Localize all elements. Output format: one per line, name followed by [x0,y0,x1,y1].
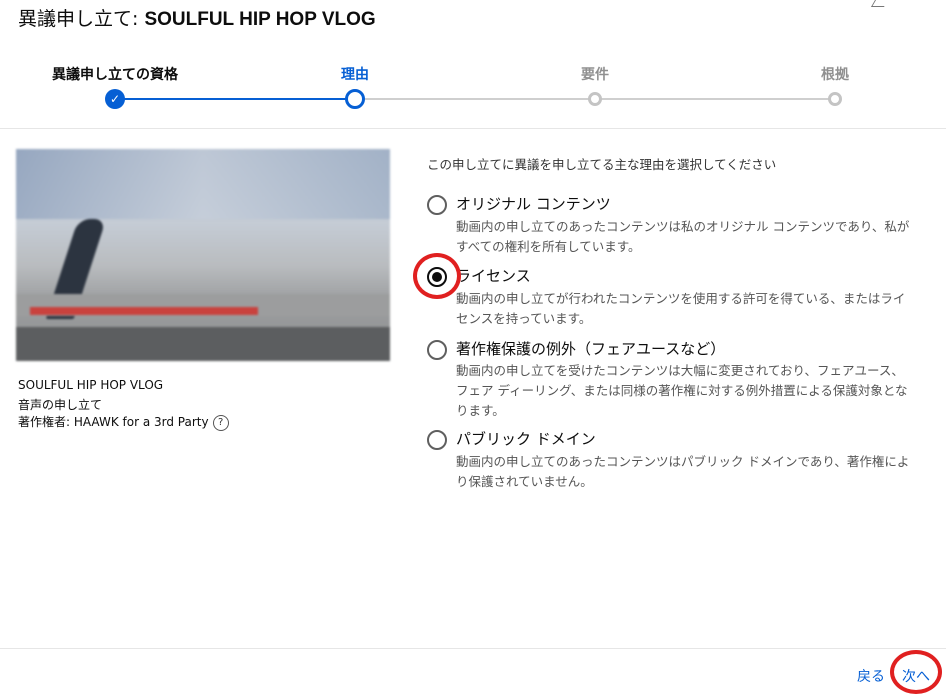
collapse-icon[interactable] [870,0,889,7]
video-thumbnail [16,149,390,361]
radio-public-domain[interactable] [427,430,447,450]
back-button[interactable]: 戻る [857,666,885,686]
radio-license[interactable] [427,267,447,287]
option-desc-license: 動画内の申し立てが行われたコンテンツを使用する許可を得ている、またはライセンスを… [456,291,906,326]
reason-prompt: この申し立てに異議を申し立てる主な理由を選択してください [427,157,777,172]
video-title: SOULFUL HIP HOP VLOG [18,378,164,392]
option-title-license[interactable]: ライセンス [456,265,531,286]
radio-original-content[interactable] [427,195,447,215]
step-dot-reason [345,89,365,109]
dialog-title: 異議申し立て: SOULFUL HIP HOP VLOG [18,4,376,31]
copyright-owner: 著作権者: HAAWK for a 3rd Party [18,415,209,429]
step-label-reason: 理由 [341,67,369,83]
claim-type: 音声の申し立て [18,398,103,412]
step-dot-eligibility: ✓ [105,89,125,109]
progress-stepper: 異議申し立ての資格 理由 要件 根拠 ✓ [0,60,946,120]
dialog-title-prefix: 異議申し立て: [18,8,145,30]
step-label-eligibility: 異議申し立ての資格 [52,67,178,83]
next-button[interactable]: 次へ [902,666,930,686]
step-dot-rationale [828,92,842,106]
option-title-fair-use[interactable]: 著作権保護の例外（フェアユースなど） [456,338,725,359]
help-icon[interactable]: ? [212,414,229,431]
radio-fair-use[interactable] [427,340,447,360]
option-desc-fair-use: 動画内の申し立てを受けたコンテンツは大幅に変更されており、フェアユース、フェア … [456,363,908,418]
copyright-owner-row: 著作権者: HAAWK for a 3rd Party? [18,413,229,431]
checkmark-icon: ✓ [109,92,121,106]
header-divider [0,128,946,129]
option-desc-public-domain: 動画内の申し立てのあったコンテンツはパブリック ドメインであり、著作権により保護… [456,454,910,489]
step-label-requirements: 要件 [581,67,609,83]
footer-divider [0,648,946,649]
step-dot-requirements [588,92,602,106]
dialog-title-video: SOULFUL HIP HOP VLOG [144,9,376,30]
option-title-original-content[interactable]: オリジナル コンテンツ [456,193,611,214]
option-title-public-domain[interactable]: パブリック ドメイン [456,428,596,449]
stepper-track-done [115,98,355,100]
step-label-rationale: 根拠 [821,67,849,83]
option-desc-original-content: 動画内の申し立てのあったコンテンツは私のオリジナル コンテンツであり、私がすべて… [456,219,910,254]
